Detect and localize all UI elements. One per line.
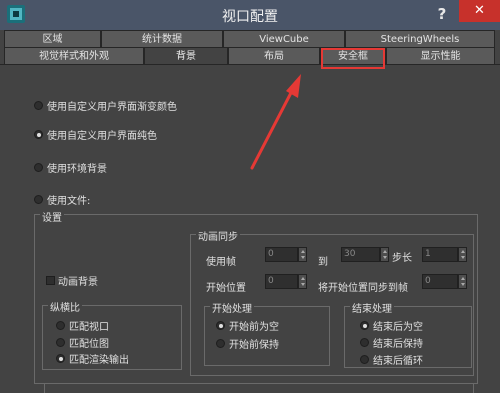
start-proc-title: 开始处理: [210, 300, 254, 315]
radio-label: 匹配位图: [69, 339, 109, 350]
to-input[interactable]: 30: [341, 247, 380, 262]
step-input[interactable]: 1: [422, 247, 458, 262]
annotation-highlight-box: [321, 48, 385, 69]
window-title: 视口配置: [222, 9, 278, 25]
use-frame-input[interactable]: 0: [265, 247, 298, 262]
radio-end-hold[interactable]: 结束后保持: [360, 335, 423, 350]
radio-match-viewport[interactable]: 匹配视口: [56, 318, 109, 333]
radio-button[interactable]: [216, 339, 225, 348]
tab-steeringwheels[interactable]: SteeringWheels: [345, 30, 495, 47]
tab-layout[interactable]: 布局: [228, 47, 320, 64]
radio-label: 使用环境背景: [47, 164, 107, 175]
step-spinner[interactable]: [458, 247, 467, 262]
settings-title: 设置: [40, 209, 64, 224]
tab-visual-style[interactable]: 视觉样式和外观: [4, 47, 144, 64]
radio-button[interactable]: [360, 338, 369, 347]
radio-button[interactable]: [34, 195, 43, 204]
radio-label: 匹配视口: [69, 322, 109, 333]
radio-label: 匹配渲染输出: [69, 355, 129, 366]
radio-label: 结束后循环: [373, 356, 423, 367]
radio-label: 使用自定义用户界面渐变颜色: [47, 102, 177, 113]
tab-divider: [0, 64, 500, 65]
radio-label: 结束后保持: [373, 339, 423, 350]
aspect-title: 纵横比: [48, 299, 82, 314]
bottom-panel-edge: [44, 383, 474, 393]
end-proc-title: 结束处理: [350, 300, 394, 315]
radio-end-empty[interactable]: 结束后为空: [360, 318, 423, 333]
radio-gradient[interactable]: 使用自定义用户界面渐变颜色: [34, 98, 177, 113]
radio-label: 使用自定义用户界面纯色: [47, 131, 157, 142]
help-button[interactable]: ?: [433, 2, 451, 26]
close-button[interactable]: ✕: [459, 0, 500, 22]
to-label: 到: [318, 257, 328, 268]
radio-button[interactable]: [360, 355, 369, 364]
radio-label: 结束后为空: [373, 322, 423, 333]
radio-label: 使用文件:: [47, 196, 91, 207]
viewport-config-window: 视口配置 ? ✕ 区域 统计数据 ViewCube SteeringWheels…: [0, 0, 500, 393]
tab-statistics[interactable]: 统计数据: [101, 30, 223, 47]
animate-bg-checkbox[interactable]: [46, 276, 55, 285]
start-position-input[interactable]: 0: [265, 274, 298, 289]
radio-button[interactable]: [34, 130, 43, 139]
radio-environment[interactable]: 使用环境背景: [34, 160, 107, 175]
start-position-label: 开始位置: [206, 283, 246, 294]
tab-background[interactable]: 背景: [144, 47, 228, 65]
title-bar: 视口配置 ? ✕: [0, 0, 500, 30]
sync-frame-spinner[interactable]: [458, 274, 467, 289]
radio-label: 开始前为空: [229, 322, 279, 333]
to-spinner[interactable]: [380, 247, 389, 262]
radio-start-hold[interactable]: 开始前保持: [216, 336, 279, 351]
radio-button[interactable]: [56, 321, 65, 330]
animate-bg-label: 动画背景: [58, 277, 98, 288]
radio-label: 开始前保持: [229, 340, 279, 351]
radio-button[interactable]: [34, 101, 43, 110]
radio-solid[interactable]: 使用自定义用户界面纯色: [34, 127, 157, 142]
sync-frame-label: 将开始位置同步到帧: [318, 283, 408, 294]
start-position-spinner[interactable]: [298, 274, 307, 289]
tab-region[interactable]: 区域: [4, 30, 101, 47]
tab-display-performance[interactable]: 显示性能: [386, 47, 495, 64]
radio-match-render[interactable]: 匹配渲染输出: [56, 351, 129, 366]
radio-start-empty[interactable]: 开始前为空: [216, 318, 279, 333]
radio-button[interactable]: [360, 321, 369, 330]
radio-button[interactable]: [56, 354, 65, 363]
use-frame-label: 使用帧: [206, 257, 236, 268]
radio-match-bitmap[interactable]: 匹配位图: [56, 335, 109, 350]
radio-button[interactable]: [34, 163, 43, 172]
use-frame-spinner[interactable]: [298, 247, 307, 262]
radio-button[interactable]: [216, 321, 225, 330]
anim-sync-title: 动画同步: [196, 228, 240, 243]
radio-button[interactable]: [56, 338, 65, 347]
sync-frame-input[interactable]: 0: [422, 274, 458, 289]
tab-viewcube[interactable]: ViewCube: [223, 30, 345, 47]
step-label: 步长: [392, 253, 412, 264]
radio-file[interactable]: 使用文件:: [34, 192, 90, 207]
radio-end-loop[interactable]: 结束后循环: [360, 352, 423, 367]
